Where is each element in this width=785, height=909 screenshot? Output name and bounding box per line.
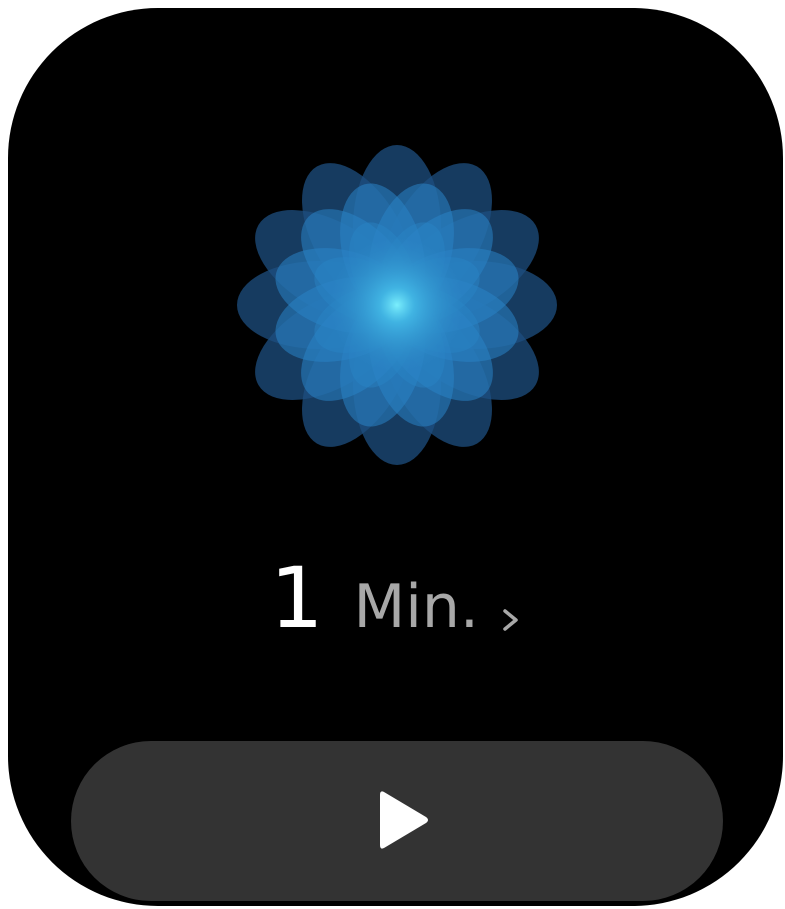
flower-glow bbox=[327, 235, 467, 375]
breathing-flower-icon bbox=[237, 145, 557, 465]
duration-value: 1 bbox=[270, 549, 324, 647]
chevron-right-icon bbox=[503, 609, 518, 631]
watch-screen: 1 Min. bbox=[8, 8, 783, 906]
duration-unit: Min. bbox=[353, 572, 479, 642]
play-icon bbox=[380, 791, 428, 849]
duration-selector[interactable]: 1 Min. bbox=[8, 556, 783, 656]
start-button[interactable] bbox=[71, 741, 723, 901]
